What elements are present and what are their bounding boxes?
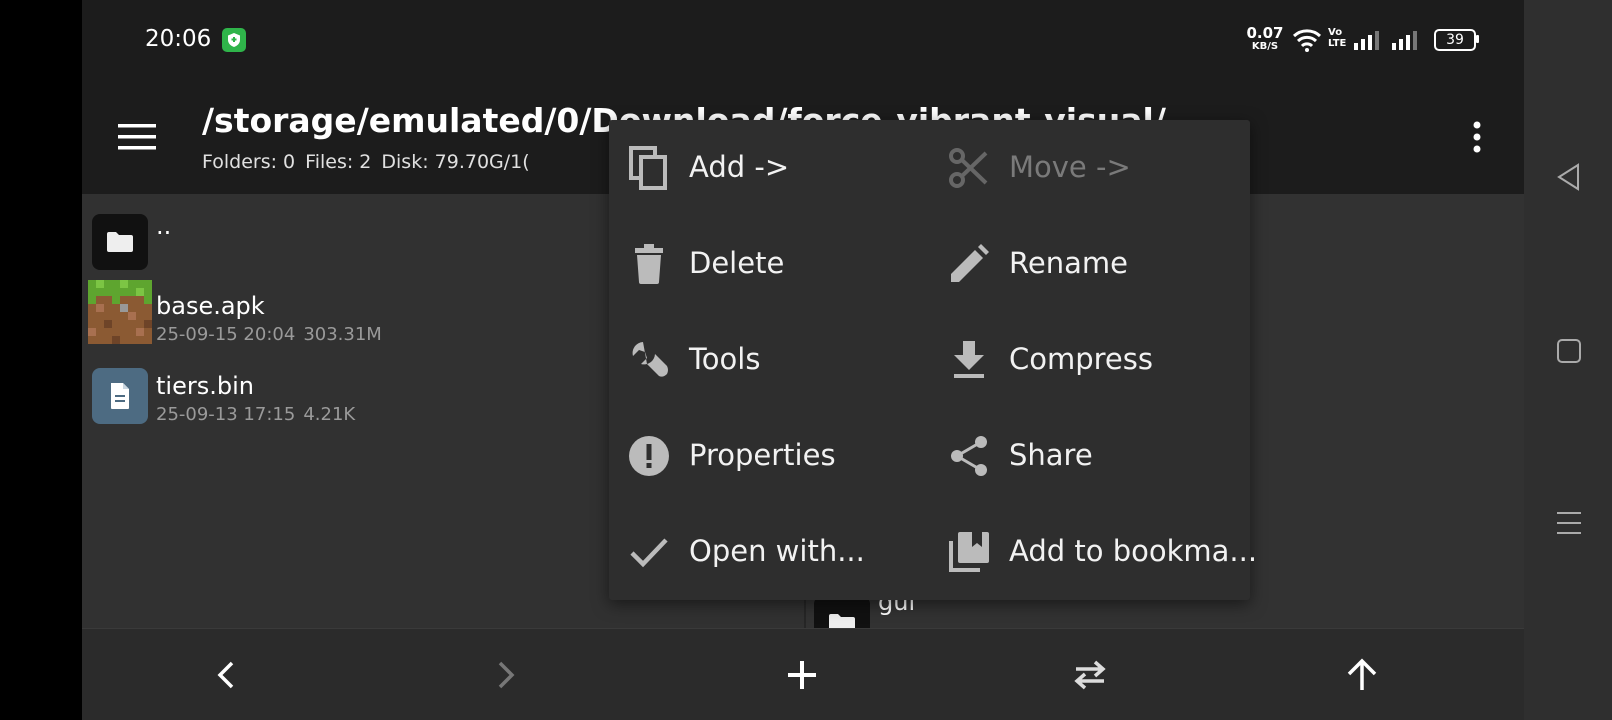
menu-label: Rename (1009, 246, 1128, 280)
info-icon (627, 434, 671, 478)
menu-label: Add -> (689, 150, 790, 184)
nav-back-icon[interactable] (1552, 160, 1586, 194)
net-speed-value: 0.07 (1246, 24, 1284, 42)
folder-count: Folders: 0 (202, 151, 296, 173)
nav-home-icon[interactable] (1552, 334, 1586, 368)
file-meta: 25-09-13 17:15 4.21K (156, 404, 363, 425)
volte-bottom: LTE (1328, 38, 1347, 49)
file-date: 25-09-13 17:15 (156, 404, 296, 425)
hamburger-menu-icon[interactable] (118, 122, 158, 152)
file-name: .. (156, 212, 172, 240)
net-speed-unit: KB/S (1251, 41, 1279, 52)
menu-item-open-with[interactable]: Open with... (609, 504, 929, 600)
volte-top: Vo (1328, 27, 1343, 38)
file-manager-app: 20:06 0.07 KB/S Vo LTE 39 Folders: 0 Fil… (82, 0, 1524, 720)
file-size: 303.31M (303, 324, 382, 345)
file-size: 4.21K (303, 404, 356, 425)
file-icon (92, 368, 148, 424)
clock: 20:06 (145, 26, 212, 52)
bottom-toolbar (82, 628, 1524, 720)
vpn-shield-icon (222, 28, 246, 52)
menu-label: Compress (1009, 342, 1153, 376)
wifi-icon (1292, 29, 1322, 52)
file-meta: 25-09-15 20:04 303.31M (156, 324, 390, 345)
file-date: 25-09-15 20:04 (156, 324, 296, 345)
folder-icon (92, 214, 148, 270)
nav-recents-icon[interactable] (1552, 506, 1586, 540)
apk-thumbnail (88, 280, 152, 344)
trash-icon (627, 242, 671, 286)
menu-item-share[interactable]: Share (929, 408, 1249, 504)
share-icon (947, 434, 991, 478)
menu-item-move[interactable]: Move -> (929, 120, 1249, 216)
add-icon[interactable] (782, 655, 822, 695)
menu-item-tools[interactable]: Tools (609, 312, 929, 408)
menu-item-properties[interactable]: Properties (609, 408, 929, 504)
copy-icon (627, 146, 671, 190)
file-name: base.apk (156, 292, 265, 320)
menu-item-compress[interactable]: Compress (929, 312, 1249, 408)
more-options-icon[interactable] (1467, 120, 1487, 156)
wrench-icon (627, 338, 671, 382)
menu-label: Delete (689, 246, 785, 280)
pencil-icon (947, 242, 991, 286)
menu-label: Open with... (689, 534, 865, 568)
menu-item-rename[interactable]: Rename (929, 216, 1249, 312)
menu-item-delete[interactable]: Delete (609, 216, 929, 312)
forward-arrow-icon[interactable] (486, 655, 526, 695)
menu-label: Properties (689, 438, 836, 472)
menu-label: Move -> (1009, 150, 1131, 184)
context-menu: Add -> Move -> Delete Rename Tools Compr… (609, 120, 1257, 600)
file-name: tiers.bin (156, 372, 254, 400)
battery-icon: 39 (1434, 29, 1476, 51)
back-arrow-icon[interactable] (206, 655, 246, 695)
menu-label: Tools (689, 342, 761, 376)
menu-item-add[interactable]: Add -> (609, 120, 929, 216)
battery-level: 39 (1446, 32, 1464, 48)
menu-label: Add to bookma... (1009, 534, 1258, 568)
folder-info: Folders: 0 Files: 2 Disk: 79.70G/1( (202, 151, 540, 173)
system-navigation-bar (1524, 0, 1612, 720)
scissors-icon (947, 146, 991, 190)
signal-icon-2 (1392, 31, 1417, 50)
file-count: Files: 2 (305, 151, 372, 173)
disk-usage: Disk: 79.70G/1( (381, 151, 530, 173)
check-icon (627, 530, 671, 574)
swap-panes-icon[interactable] (1070, 655, 1110, 695)
menu-label: Share (1009, 438, 1093, 472)
signal-icon (1354, 31, 1379, 50)
screen-edge (0, 0, 82, 720)
up-arrow-icon[interactable] (1342, 655, 1382, 695)
menu-item-bookmark[interactable]: Add to bookma... (929, 504, 1257, 600)
bookmark-icon (947, 530, 991, 574)
download-icon (947, 338, 991, 382)
